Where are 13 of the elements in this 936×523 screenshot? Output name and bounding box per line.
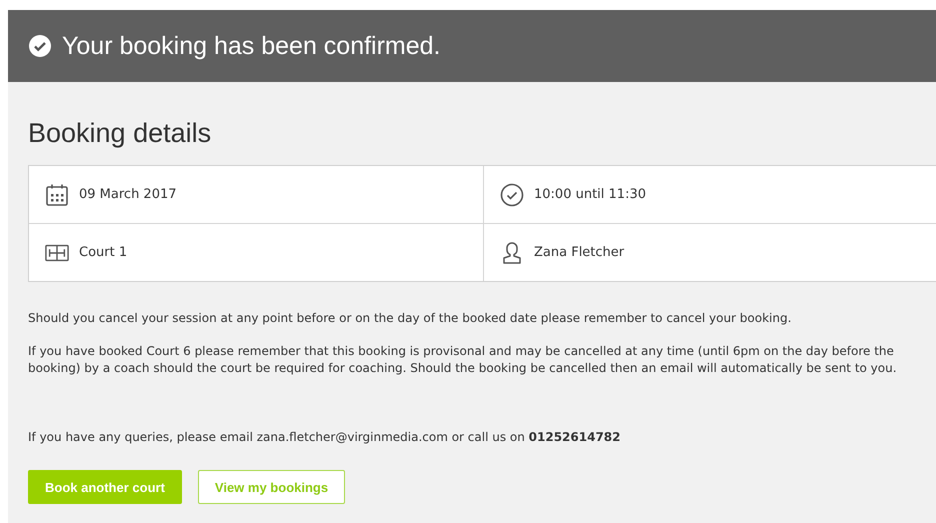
info-paragraph: Should you cancel your session at any point before or on the day of the booked date please remember to cancel your booking. (28, 310, 792, 327)
calendar-icon (45, 182, 69, 206)
check-circle-icon (28, 34, 52, 58)
detail-text: 09 March 2017 (79, 187, 177, 202)
detail-text: Zana Fletcher (534, 245, 624, 260)
action-button[interactable]: View my bookings (198, 470, 346, 504)
contact-paragraph: If you have any queries, please email zana.fletcher@virginmedia.com or call us on 01252614782 (28, 429, 622, 446)
banner-title: Your booking has been confirmed. (62, 32, 441, 60)
action-button[interactable]: Book another court (28, 470, 182, 504)
detail-text: 10:00 until 11:30 (534, 187, 646, 202)
section-heading: Booking details (28, 118, 212, 149)
detail-text: Court 1 (79, 245, 128, 260)
info-paragraph: If you have booked Court 6 please remember that this booking is provisonal and may be cancelled at any time (until 6pm on the day before the booking) by a coach should the court be required for coaching. Should the booking be cancelled then an email will automatically be sent to you. (28, 343, 898, 377)
